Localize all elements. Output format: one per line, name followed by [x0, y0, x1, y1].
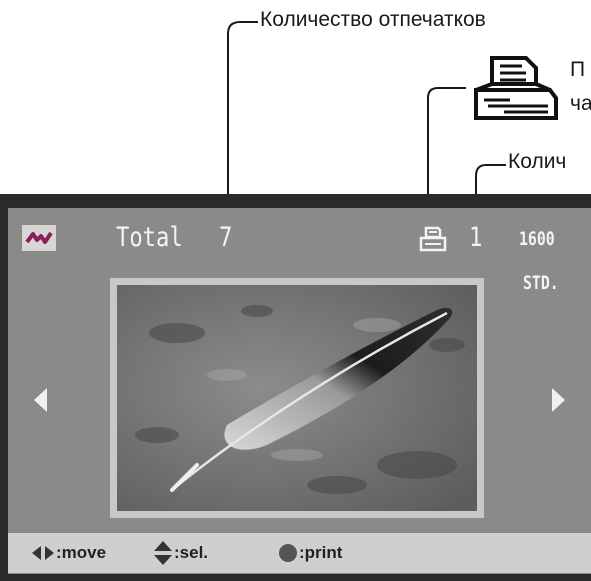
- photo-frame: [110, 278, 484, 518]
- left-right-arrows-icon: [32, 546, 54, 560]
- move-label: :move: [56, 543, 107, 562]
- feather-photo[interactable]: [117, 285, 477, 511]
- quality-value: STD.: [523, 272, 559, 294]
- footer-hints: :move :sel. :print: [8, 533, 591, 573]
- lcd-display: Total 7 1 1600 STD.:move:sel.:print: [8, 208, 591, 574]
- camera-screen: Total 7 1 1600 STD.:move:sel.:print: [0, 194, 591, 581]
- total-count: 7: [219, 222, 233, 253]
- center-button-icon: [279, 544, 297, 562]
- total-label: Total: [116, 222, 183, 253]
- move-hint: :move: [30, 543, 106, 563]
- next-image-arrow[interactable]: [552, 388, 565, 412]
- printer-icon: [419, 226, 447, 252]
- print-count: 1: [469, 222, 483, 253]
- print-hint: :print: [277, 542, 342, 564]
- select-hint: :sel.: [152, 539, 208, 567]
- iso-value: 1600: [519, 228, 555, 250]
- print-label: :print: [299, 543, 343, 562]
- select-label: :sel.: [174, 543, 209, 562]
- playback-mode-icon: [22, 225, 56, 251]
- up-down-arrows-icon: [154, 541, 172, 565]
- previous-image-arrow[interactable]: [34, 388, 47, 412]
